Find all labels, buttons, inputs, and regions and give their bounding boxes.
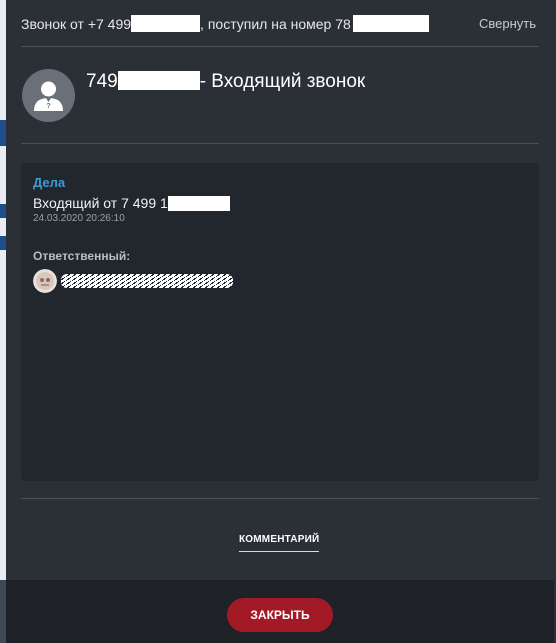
caller-number: 749 bbox=[86, 71, 118, 92]
responsible-name-redacted[interactable] bbox=[61, 271, 233, 291]
responsible-label: Ответственный: bbox=[33, 249, 131, 263]
deals-panel: Дела Входящий от 7 499 1 24.03.2020 20:2… bbox=[21, 163, 539, 481]
deals-title: Дела bbox=[33, 175, 66, 190]
divider bbox=[21, 498, 539, 499]
user-silhouette-icon: ? bbox=[34, 81, 63, 111]
popup-header: Звонок от +7 499 , поступил на номер 78 С… bbox=[6, 0, 554, 46]
caller-title: 749 - Входящий звонок bbox=[86, 71, 365, 93]
svg-text:?: ? bbox=[46, 103, 50, 110]
comment-tab[interactable]: КОММЕНТАРИЙ bbox=[239, 534, 320, 552]
collapse-button[interactable]: Свернуть bbox=[479, 16, 536, 31]
call-type-label: - Входящий звонок bbox=[199, 71, 366, 92]
caller-avatar: ? bbox=[22, 69, 75, 122]
redacted-name bbox=[61, 274, 233, 288]
call-info-text: Звонок от +7 499 , поступил на номер 78 bbox=[21, 15, 429, 32]
redacted-block bbox=[352, 15, 429, 32]
redacted-block bbox=[131, 15, 201, 32]
deal-item-link[interactable]: Входящий от 7 499 1 bbox=[33, 195, 230, 211]
call-to-label: , поступил на номер 78 bbox=[200, 16, 351, 32]
divider bbox=[21, 143, 539, 144]
popup-footer: ЗАКРЫТЬ bbox=[6, 580, 554, 643]
avatar-image bbox=[33, 269, 57, 293]
responsible-avatar[interactable] bbox=[33, 269, 57, 293]
redacted-block bbox=[167, 196, 230, 211]
divider bbox=[21, 46, 539, 47]
redacted-block bbox=[117, 71, 200, 90]
close-button[interactable]: ЗАКРЫТЬ bbox=[227, 598, 333, 632]
incoming-call-popup: Звонок от +7 499 , поступил на номер 78 С… bbox=[6, 0, 554, 643]
call-from-label: Звонок от +7 499 bbox=[21, 16, 132, 32]
deal-item-date: 24.03.2020 20:26:10 bbox=[33, 213, 125, 224]
deal-item-label: Входящий от 7 499 1 bbox=[33, 195, 168, 211]
